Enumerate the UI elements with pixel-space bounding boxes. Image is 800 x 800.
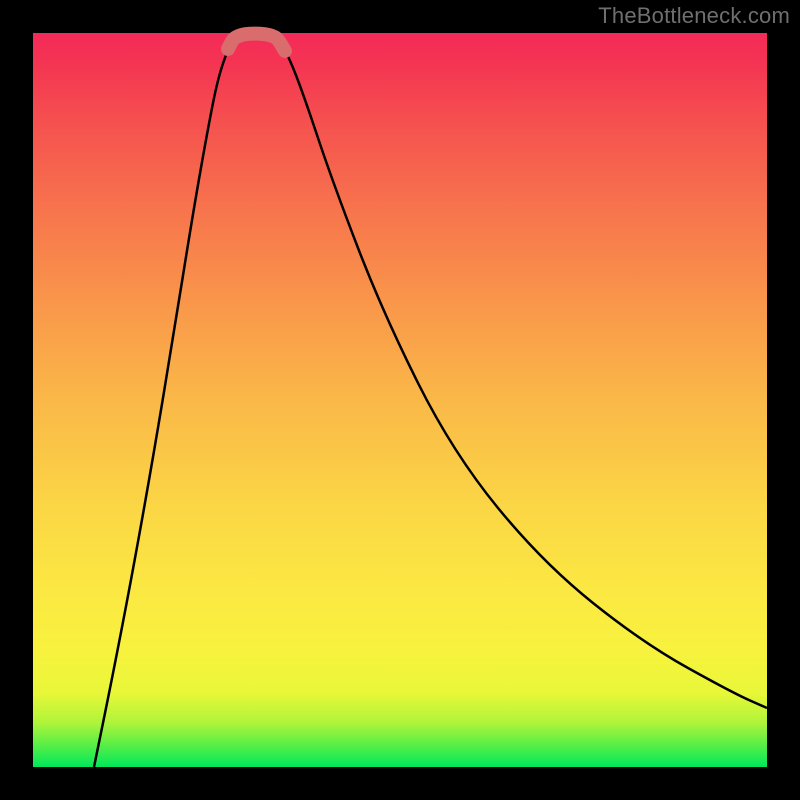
plot-area: [33, 33, 767, 767]
watermark-text: TheBottleneck.com: [598, 3, 790, 29]
curve-bottom-highlight: [228, 34, 285, 51]
curve-right-branch: [273, 36, 767, 708]
outer-frame: TheBottleneck.com: [0, 0, 800, 800]
curve-left-branch: [94, 36, 238, 767]
curve-svg: [33, 33, 767, 767]
